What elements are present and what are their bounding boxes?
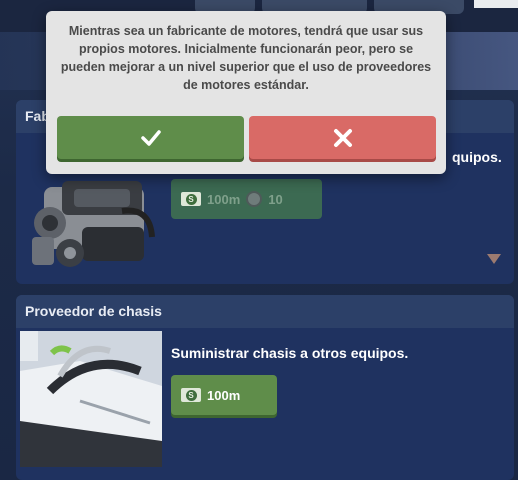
cost-button[interactable]: S 100m 10: [171, 179, 322, 219]
confirm-button[interactable]: [57, 116, 244, 159]
cost-button[interactable]: S 100m: [171, 375, 277, 415]
engine-icon: [22, 167, 162, 277]
money-cost: 100m: [207, 387, 241, 403]
close-icon: [333, 128, 352, 147]
card-title: Proveedor de chasis: [16, 295, 514, 328]
chevron-down-icon[interactable]: [484, 248, 504, 268]
race-car-image: [20, 331, 162, 467]
money-icon: S: [181, 192, 201, 206]
cancel-button[interactable]: [249, 116, 436, 159]
money-cost: 100m: [207, 191, 241, 207]
card-description: quipos.: [452, 149, 502, 165]
token-cost: 10: [268, 191, 283, 207]
token-icon: [246, 191, 263, 207]
check-icon: [140, 129, 161, 146]
money-icon: S: [181, 388, 201, 402]
card-description: Suministrar chasis a otros equipos.: [171, 345, 409, 361]
team-badge[interactable]: [474, 0, 518, 8]
popup-message: Mientras sea un fabricante de motores, t…: [60, 24, 432, 92]
confirmation-popup: Mientras sea un fabricante de motores, t…: [46, 11, 446, 174]
